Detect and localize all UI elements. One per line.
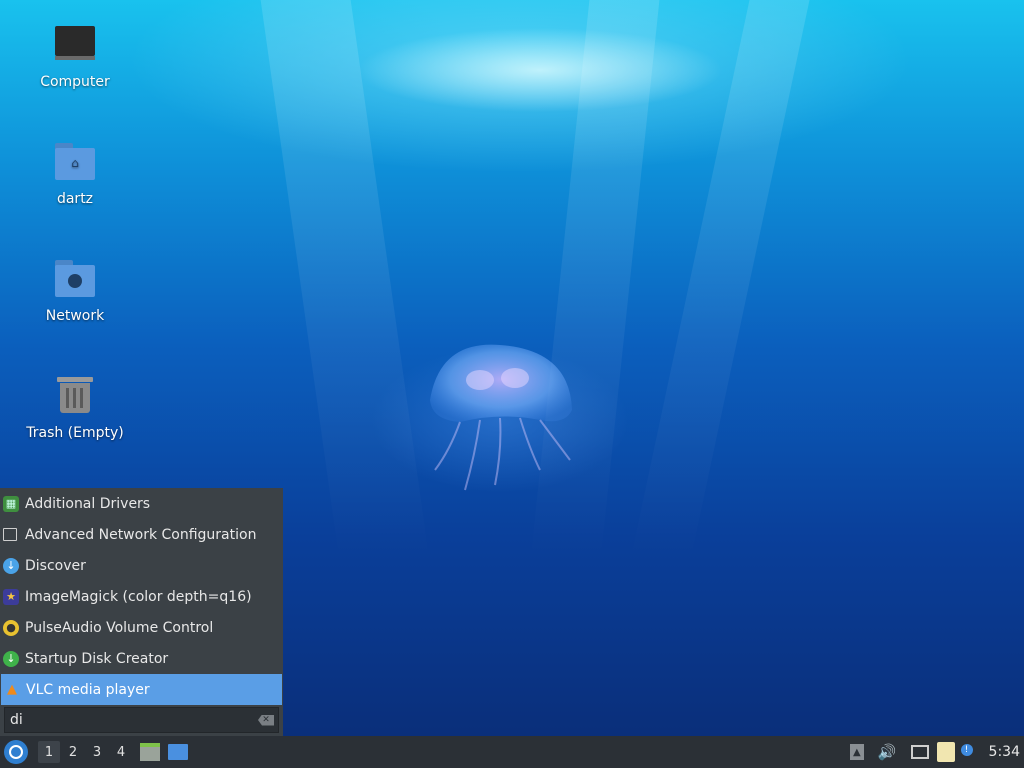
file-manager-launcher[interactable] [140,743,160,761]
desktop-icon-network[interactable]: Network [20,256,130,324]
light-ray [260,0,430,560]
desktop-icon-label: dartz [56,191,94,207]
workspace-3[interactable]: 3 [86,741,108,763]
menu-item-label: Advanced Network Configuration [25,526,257,543]
desktop-icon-home[interactable]: ⌂ dartz [20,139,130,207]
menu-item-label: PulseAudio Volume Control [25,619,214,636]
trash-icon [51,373,99,421]
clock[interactable]: 5:34 [989,744,1020,760]
notification-icon[interactable]: ! [960,744,979,760]
menu-item-startup-disk-creator[interactable]: ↓ Startup Disk Creator [0,643,283,674]
show-desktop-button[interactable] [168,744,188,760]
network-monitor-icon [3,528,17,541]
desktop-icon-label: Trash (Empty) [26,425,124,441]
menu-item-additional-drivers[interactable]: ▦ Additional Drivers [0,488,283,519]
application-menu: ▦ Additional Drivers Advanced Network Co… [0,488,283,736]
desktop-icon-label: Network [45,308,105,324]
whisker-menu-button[interactable] [4,740,28,764]
download-icon: ↓ [3,557,19,574]
desktop-icon-computer[interactable]: Computer [20,22,130,90]
computer-icon [51,22,99,70]
speaker-icon: ● [3,619,19,636]
taskbar: 1 2 3 4 ▲ 🔊 ! 5:34 [0,736,1024,768]
clipboard-icon[interactable] [936,742,955,762]
home-folder-icon: ⌂ [51,139,99,187]
menu-item-label: Additional Drivers [25,495,151,512]
system-tray: ▲ 🔊 ! 5:34 [849,736,1024,768]
light-ray [630,0,810,560]
menu-item-vlc-media-player[interactable]: ▲ VLC media player [1,674,282,705]
file-cabinet-icon [140,743,160,761]
imagemagick-icon: ★ [3,588,19,605]
workspace-4[interactable]: 4 [110,741,132,763]
network-folder-icon [51,256,99,304]
menu-search-input[interactable] [5,711,252,729]
menu-item-discover[interactable]: ↓ Discover [0,550,283,581]
workspace-2[interactable]: 2 [62,741,84,763]
menu-item-label: VLC media player [26,681,150,698]
clear-search-icon[interactable]: ✕ [258,714,274,726]
eject-icon[interactable]: ▲ [849,744,864,760]
vlc-icon: ▲ [7,682,17,697]
network-icon[interactable] [910,745,929,759]
volume-icon[interactable]: 🔊 [878,743,897,761]
menu-item-label: Startup Disk Creator [25,650,169,667]
menu-search-box[interactable]: ✕ [4,707,279,733]
usb-download-icon: ↓ [3,650,19,667]
jellyfish-wallpaper [430,344,572,491]
menu-item-pulseaudio-volume-control[interactable]: ● PulseAudio Volume Control [0,612,283,643]
desktop-icon-trash[interactable]: Trash (Empty) [20,373,130,441]
workspace-1[interactable]: 1 [38,741,60,763]
desktop-icon [168,744,188,760]
menu-item-imagemagick[interactable]: ★ ImageMagick (color depth=q16) [0,581,283,612]
chip-icon: ▦ [3,495,19,512]
menu-item-label: ImageMagick (color depth=q16) [25,588,252,605]
menu-item-label: Discover [25,557,86,574]
menu-item-advanced-network-configuration[interactable]: Advanced Network Configuration [0,519,283,550]
lubuntu-logo-icon [9,745,23,759]
desktop-icon-label: Computer [40,74,110,90]
